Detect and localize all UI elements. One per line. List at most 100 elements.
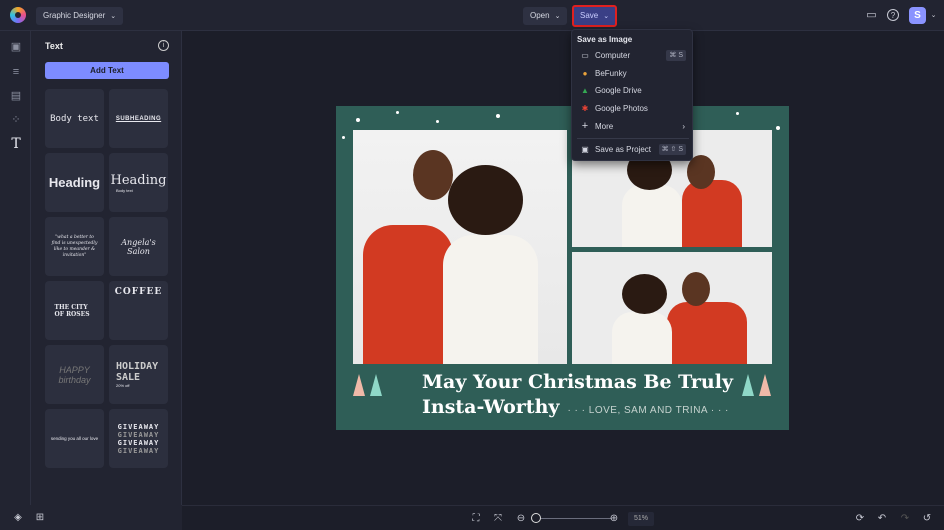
zoom-percentage[interactable]: 51% (628, 512, 655, 526)
text-preset-giveaway[interactable]: GIVEAWAY GIVEAWAY GIVEAWAY GIVEAWAY (109, 409, 168, 468)
preset-label: Heading (110, 172, 167, 188)
preset-label: sending you all our love (50, 436, 99, 441)
help-icon[interactable]: ? (887, 9, 899, 21)
menu-item-save-project[interactable]: ▣ Save as Project ⌘ ⇧ S (572, 141, 694, 158)
tree-icon (759, 374, 771, 396)
snow-dot (436, 120, 439, 123)
menu-item-label: Google Drive (595, 86, 642, 95)
save-label: Save (580, 11, 599, 20)
project-icon: ▣ (581, 145, 589, 154)
text-preset-script-quote[interactable]: "what a better to find is unexpectedly l… (45, 217, 104, 276)
bottom-left-bar: ◈ ⊞ (0, 505, 182, 530)
menu-item-more[interactable]: + More › (572, 118, 694, 135)
design-caption[interactable]: May Your Christmas Be Truly Insta-Worthy… (422, 370, 733, 423)
design-canvas[interactable]: May Your Christmas Be Truly Insta-Worthy… (336, 106, 789, 430)
grid-icon[interactable]: ⊞ (33, 511, 47, 525)
zoom-out-icon[interactable]: ⊖ (514, 512, 528, 526)
caption-line-2: Insta-Worthy (422, 396, 560, 418)
panel-title: Text (45, 41, 63, 51)
shortcut-badge: ⌘ ⇧ S (658, 144, 686, 155)
caption-signature: · · · LOVE, SAM AND TRINA · · · (567, 405, 729, 416)
snow-dot (356, 118, 360, 122)
save-dropdown-menu: Save as Image ▭ Computer ⌘ S ● BeFunky ▲ Goo… (571, 29, 693, 161)
photo-figure (667, 302, 747, 364)
actual-size-icon[interactable]: ⤧ (491, 512, 505, 526)
menu-item-label: BeFunky (595, 69, 627, 78)
preset-label: GIVEAWAY (117, 446, 160, 455)
text-preset-subheading[interactable]: SUBHEADING (109, 89, 168, 148)
photo-figure (612, 312, 672, 364)
workspace-dropdown[interactable]: Graphic Designer ⌄ (36, 7, 124, 25)
text-preset-body[interactable]: Body text (45, 89, 104, 148)
text-preset-sending-love[interactable]: sending you all our love (45, 409, 104, 468)
graphics-icon[interactable]: ⁘ (10, 114, 22, 126)
workspace-label: Graphic Designer (43, 11, 106, 20)
menu-item-label: Save as Project (595, 145, 652, 154)
chevron-down-icon[interactable]: ⌄ (926, 8, 941, 23)
bottom-bar: ⛶ ⤧ ⊖ ⊕ 51% ⟳ ↶ ↷ ↺ (182, 505, 944, 530)
layout-icon[interactable]: ▤ (10, 90, 22, 102)
text-preset-happy-birthday[interactable]: HAPPY birthday (45, 345, 104, 404)
comment-icon[interactable]: ▭ (864, 8, 879, 23)
save-button[interactable]: Save ⌄ (572, 5, 618, 27)
history-icon[interactable]: ↺ (920, 512, 934, 526)
preset-label: HOLIDAY SALE (116, 361, 159, 383)
preset-sublabel: 20% off (116, 383, 130, 388)
text-preset-heading-sans[interactable]: Heading (45, 153, 104, 212)
snow-dot (342, 136, 345, 139)
photo-figure (682, 180, 742, 247)
befunky-logo[interactable] (10, 7, 26, 23)
redo-icon[interactable]: ↷ (898, 512, 912, 526)
snow-dot (496, 114, 500, 118)
photo-hair (448, 165, 523, 235)
chevron-down-icon: ⌄ (603, 13, 610, 20)
menu-item-google-photos[interactable]: ✱ Google Photos (572, 100, 694, 117)
menu-item-google-drive[interactable]: ▲ Google Drive (572, 82, 694, 99)
menu-item-label: More (595, 122, 614, 131)
add-text-button[interactable]: Add Text (45, 62, 169, 79)
google-drive-icon: ▲ (581, 86, 589, 95)
tree-icon (370, 374, 382, 396)
preset-label: Heading (48, 175, 101, 190)
open-button[interactable]: Open ⌄ (523, 7, 568, 25)
text-tool-icon[interactable]: T (10, 137, 22, 151)
text-preset-angelas-salon[interactable]: Angela's Salon (109, 217, 168, 276)
image-icon[interactable]: ▣ (10, 41, 22, 53)
layers-icon[interactable]: ◈ (11, 511, 25, 525)
menu-divider (577, 138, 689, 139)
photo-figure (622, 185, 682, 247)
tool-rail: ▣ ≡ ▤ ⁘ T (0, 31, 31, 530)
preset-label: SUBHEADING (115, 115, 162, 122)
text-preset-holiday-sale[interactable]: HOLIDAY SALE 20% off (109, 345, 168, 404)
photo-main[interactable] (353, 130, 567, 364)
photo-figure (443, 235, 538, 364)
chevron-down-icon: ⌄ (110, 13, 117, 20)
avatar[interactable]: S (909, 7, 926, 24)
menu-item-computer[interactable]: ▭ Computer ⌘ S (572, 47, 694, 64)
photo-hair (622, 274, 667, 314)
preset-sublabel: Body text (116, 187, 133, 193)
adjust-icon[interactable]: ≡ (10, 66, 22, 78)
zoom-slider-handle[interactable] (531, 513, 541, 523)
preset-label: THE CITY OF ROSES (54, 303, 90, 318)
refresh-icon[interactable]: ⟳ (853, 512, 867, 526)
menu-item-befunky[interactable]: ● BeFunky (572, 65, 694, 82)
preset-label: HAPPY birthday (58, 364, 91, 385)
info-icon[interactable]: i (158, 40, 169, 51)
photo-bottom-right[interactable] (572, 252, 772, 364)
fit-screen-icon[interactable]: ⛶ (469, 512, 483, 526)
text-preset-coffee[interactable]: COFFEE (109, 281, 168, 340)
zoom-slider[interactable] (531, 513, 612, 523)
tree-icon (353, 374, 365, 396)
undo-icon[interactable]: ↶ (875, 512, 889, 526)
snow-dot (776, 126, 780, 130)
text-preset-heading-serif[interactable]: Heading Body text (109, 153, 168, 212)
text-panel: Text i Add Text Body text SUBHEADING Hea… (31, 31, 182, 530)
text-preset-city-of-roses[interactable]: THE CITY OF ROSES (45, 281, 104, 340)
zoom-in-icon[interactable]: ⊕ (607, 512, 621, 526)
snow-dot (396, 111, 399, 114)
monitor-icon: ▭ (581, 51, 589, 60)
preset-label: Body text (50, 113, 99, 124)
plus-icon: + (581, 120, 589, 132)
photo-figure (363, 225, 453, 364)
